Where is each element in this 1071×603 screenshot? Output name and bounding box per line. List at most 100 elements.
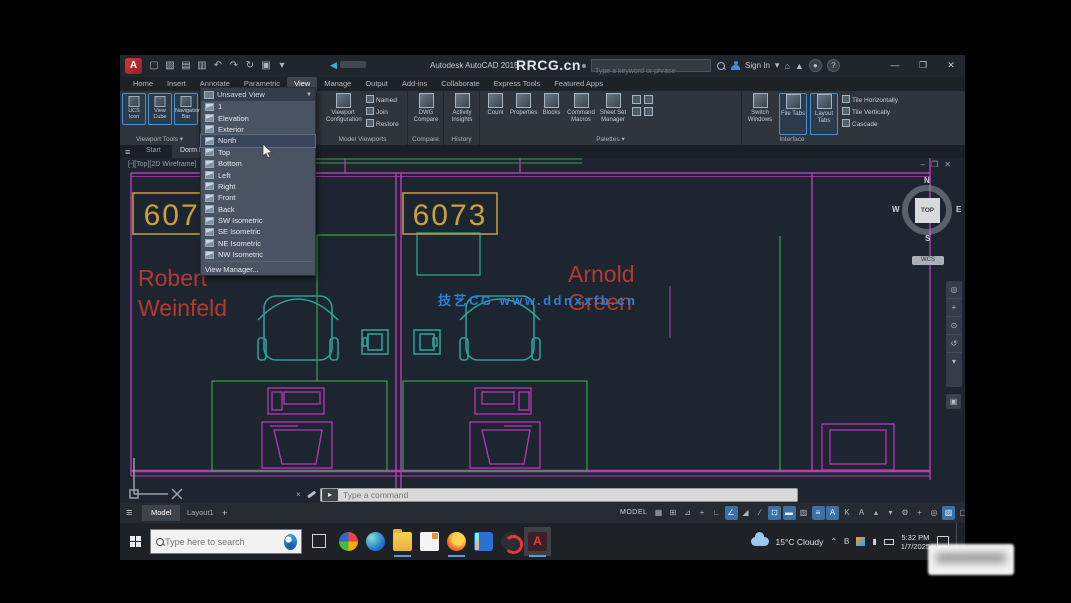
command-close-icon[interactable]: ×	[296, 490, 301, 499]
view-cube-toggle[interactable]: View Cube	[148, 93, 172, 125]
clean-screen-icon[interactable]: ▢	[957, 506, 966, 520]
viewcube-east[interactable]: E	[956, 205, 961, 214]
file-explorer-icon[interactable]	[389, 527, 416, 556]
graphics-performance-icon[interactable]: ▧	[942, 506, 955, 520]
view-item-1[interactable]: 1	[201, 101, 315, 112]
saveas-icon[interactable]: ▥	[196, 59, 208, 72]
sign-in-label[interactable]: Sign In	[745, 61, 770, 70]
redo-icon[interactable]: ↷	[228, 59, 240, 72]
model-space-badge[interactable]: MODEL	[620, 509, 647, 516]
undo-icon[interactable]: ↶	[212, 59, 224, 72]
graphics-tray-icon[interactable]	[856, 537, 865, 546]
view-item-front[interactable]: Front	[201, 192, 315, 203]
task-view-icon[interactable]	[312, 534, 326, 548]
panel-label-interface[interactable]: Interface	[742, 136, 842, 143]
view-item-nw-isometric[interactable]: NW Isometric	[201, 249, 315, 260]
photos-app-icon[interactable]	[470, 527, 497, 556]
command-input[interactable]	[341, 489, 797, 501]
view-item-north[interactable]: North	[201, 135, 315, 146]
minimize-button[interactable]: —	[881, 55, 909, 77]
tool-palettes-icon[interactable]	[632, 107, 641, 116]
views-dropdown-header[interactable]: Unsaved View ▼	[201, 88, 315, 101]
new-icon[interactable]: ▢	[148, 59, 160, 72]
save-icon[interactable]: ▤	[180, 59, 192, 72]
search-icon[interactable]	[716, 61, 726, 71]
snap-mode-icon[interactable]: ⊞	[667, 506, 680, 520]
dynamic-ucs-icon[interactable]: K	[841, 506, 854, 520]
markup-icon[interactable]	[644, 95, 653, 104]
switch-windows-button[interactable]: Switch Windows	[745, 93, 775, 133]
view-item-elevation[interactable]: Elevation	[201, 112, 315, 123]
object-snap-tracking-icon[interactable]: ⁄	[754, 506, 767, 520]
cortana-icon[interactable]	[284, 534, 297, 550]
isometric-drafting-icon[interactable]: ◢	[739, 506, 752, 520]
weather-text[interactable]: 15°C Cloudy	[776, 537, 824, 547]
properties-button[interactable]: Properties	[510, 93, 537, 133]
navbar-more-icon[interactable]: ▾	[946, 353, 962, 371]
tile-horizontally-button[interactable]: Tile Horizontally	[842, 95, 898, 105]
transparency-icon[interactable]: ▨	[797, 506, 810, 520]
viewport-controls-label[interactable]: [-][Top][2D Wireframe]	[128, 161, 196, 168]
hidden-icons-chevron[interactable]: ⌃	[830, 537, 837, 546]
tab-express-tools[interactable]: Express Tools	[487, 77, 548, 91]
view-item-bottom[interactable]: Bottom	[201, 158, 315, 169]
zoom-icon[interactable]: ⊙	[946, 317, 962, 335]
bluetooth-icon[interactable]: B	[844, 537, 849, 546]
orbit-icon[interactable]: ↺	[946, 335, 962, 353]
view-item-top[interactable]: Top	[201, 147, 315, 158]
view-item-se-isometric[interactable]: SE Isometric	[201, 226, 315, 237]
drawing-close-icon[interactable]: ✕	[944, 160, 957, 169]
viewcube-west[interactable]: W	[892, 205, 900, 214]
firefox-icon[interactable]	[443, 527, 470, 556]
restore-viewports-button[interactable]: Restore	[366, 119, 399, 129]
view-item-sw-isometric[interactable]: SW Isometric	[201, 215, 315, 226]
sheet-set-manager-button[interactable]: Sheet Set Manager	[598, 93, 628, 133]
viewcube-top-face[interactable]: TOP	[915, 198, 940, 223]
help-icon[interactable]: ?	[827, 59, 840, 72]
viewcube-south[interactable]: S	[925, 234, 930, 243]
annotation-monitor-icon[interactable]: +	[913, 506, 926, 520]
showmotion-icon[interactable]: ▣	[946, 394, 961, 409]
annotation-visibility-icon[interactable]: A	[855, 506, 868, 520]
tab-collaborate[interactable]: Collaborate	[434, 77, 486, 91]
tab-featured-apps[interactable]: Featured Apps	[547, 77, 610, 91]
restore-button[interactable]: ❐	[909, 55, 937, 77]
model-tab[interactable]: Model	[142, 505, 180, 521]
notes-app-icon[interactable]	[416, 527, 443, 556]
panel-label-viewport-tools[interactable]: Viewport Tools	[120, 135, 199, 143]
command-customize-icon[interactable]	[307, 491, 316, 498]
drawing-minimize-icon[interactable]: –	[921, 160, 931, 169]
panel-label-history[interactable]: History	[444, 136, 479, 143]
viewcube[interactable]: N W E S TOP	[898, 180, 958, 242]
file-tab-menu-icon[interactable]: ≡	[125, 147, 130, 157]
view-item-exterior[interactable]: Exterior	[201, 124, 315, 135]
view-item-ne-isometric[interactable]: NE Isometric	[201, 238, 315, 249]
taskbar-search[interactable]	[150, 529, 302, 554]
autodesk360-icon[interactable]: ●	[809, 59, 822, 72]
open-icon[interactable]: ▧	[164, 59, 176, 72]
keyword-search-input[interactable]	[592, 66, 710, 77]
view-item-left[interactable]: Left	[201, 169, 315, 180]
navigation-bar[interactable]: ◎ + ⊙ ↺ ▾	[946, 281, 962, 387]
infer-constraints-icon[interactable]: ⊿	[681, 506, 694, 520]
app-store-icon[interactable]: ⌂	[784, 61, 789, 71]
viewport-configuration-button[interactable]: Viewport Configuration	[326, 93, 360, 133]
application-menu-button[interactable]: A	[125, 58, 142, 74]
tab-manage[interactable]: Manage	[317, 77, 358, 91]
taskbar-clock[interactable]: 5:32 PM 1/7/2025	[901, 533, 930, 551]
refresh-icon[interactable]: ↻	[244, 59, 256, 72]
ucs-icon-toggle[interactable]: UCS Icon	[122, 93, 146, 125]
layout1-tab[interactable]: Layout1	[178, 505, 223, 521]
plot-icon[interactable]: ▣	[260, 59, 272, 72]
count-button[interactable]: Count	[482, 93, 509, 133]
polar-tracking-icon[interactable]: ∠	[725, 506, 738, 520]
command-line[interactable]: ▸	[320, 488, 798, 502]
annotation-scale-icon[interactable]: ▾	[884, 506, 897, 520]
designcenter-icon[interactable]	[632, 95, 641, 104]
dynamic-input-icon[interactable]: +	[696, 506, 709, 520]
isolate-objects-icon[interactable]: ◎	[928, 506, 941, 520]
tab-addins[interactable]: Add-ins	[395, 77, 434, 91]
weather-icon[interactable]	[751, 537, 769, 546]
autoscale-icon[interactable]: ▴	[870, 506, 883, 520]
3d-object-snap-icon[interactable]: A	[826, 506, 839, 520]
